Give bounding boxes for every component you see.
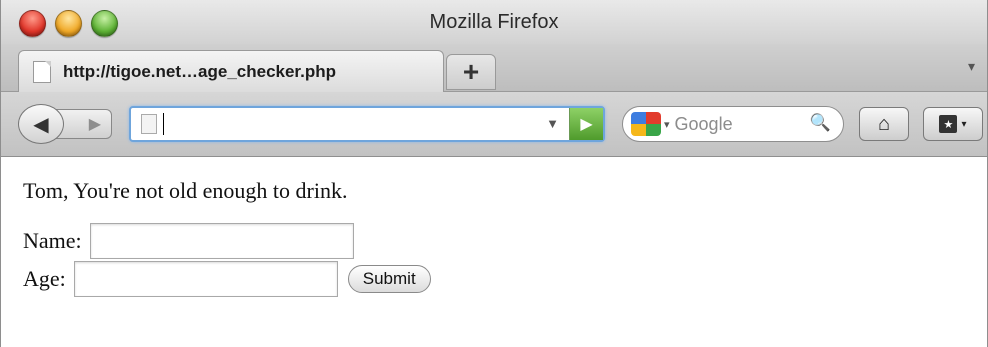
back-arrow-icon: ◀ bbox=[33, 113, 49, 136]
home-icon: ⌂ bbox=[877, 112, 891, 135]
browser-window: Mozilla Firefox http://tigoe.net…age_che… bbox=[0, 0, 988, 347]
new-tab-button[interactable]: + bbox=[446, 54, 496, 90]
search-icon[interactable]: 🔍 bbox=[810, 113, 831, 133]
forward-button[interactable]: ▶ bbox=[56, 109, 112, 139]
age-label: Age: bbox=[23, 266, 66, 291]
age-form: Name: Age: Submit bbox=[23, 222, 987, 298]
page-icon bbox=[33, 60, 51, 83]
bookmark-icon: ★ bbox=[939, 115, 958, 133]
home-button[interactable]: ⌂ bbox=[859, 107, 909, 141]
url-dropdown-icon[interactable]: ▼ bbox=[546, 116, 559, 131]
tab-strip: http://tigoe.net…age_checker.php + ▾ bbox=[1, 44, 987, 92]
bookmarks-button[interactable]: ★ ▾ bbox=[923, 107, 983, 141]
tab-active[interactable]: http://tigoe.net…age_checker.php bbox=[18, 50, 444, 92]
go-arrow-icon: ▶ bbox=[580, 116, 593, 133]
text-caret bbox=[163, 113, 164, 135]
age-row: Age: Submit bbox=[23, 260, 987, 298]
forward-arrow-icon: ▶ bbox=[88, 116, 101, 133]
search-engine-caret-icon[interactable]: ▾ bbox=[664, 118, 670, 131]
age-field[interactable] bbox=[73, 261, 338, 297]
result-message: Tom, You're not old enough to drink. bbox=[23, 178, 348, 203]
site-identity-icon[interactable] bbox=[141, 114, 157, 134]
name-field[interactable] bbox=[89, 223, 354, 259]
page-content: Tom, You're not old enough to drink. Nam… bbox=[1, 158, 987, 347]
back-button[interactable]: ◀ bbox=[18, 104, 64, 144]
go-button[interactable]: ▶ bbox=[569, 108, 603, 140]
tab-list-arrow-icon[interactable]: ▾ bbox=[968, 58, 975, 75]
title-bar: Mozilla Firefox bbox=[1, 0, 987, 44]
search-bar[interactable]: ▾ Google 🔍 bbox=[622, 106, 844, 142]
google-icon[interactable] bbox=[631, 112, 661, 136]
name-row: Name: bbox=[23, 222, 987, 260]
name-label: Name: bbox=[23, 228, 82, 253]
url-bar[interactable]: ▼ ▶ bbox=[129, 106, 605, 142]
tab-label: http://tigoe.net…age_checker.php bbox=[63, 61, 336, 81]
search-input[interactable]: Google bbox=[675, 114, 733, 135]
bookmark-caret-icon: ▾ bbox=[961, 118, 967, 130]
window-title: Mozilla Firefox bbox=[429, 10, 559, 33]
submit-button[interactable]: Submit bbox=[347, 265, 431, 293]
navigation-toolbar: ▶ ◀ ▼ ▶ ▾ Google 🔍 ⌂ ★ ▾ bbox=[1, 92, 987, 157]
